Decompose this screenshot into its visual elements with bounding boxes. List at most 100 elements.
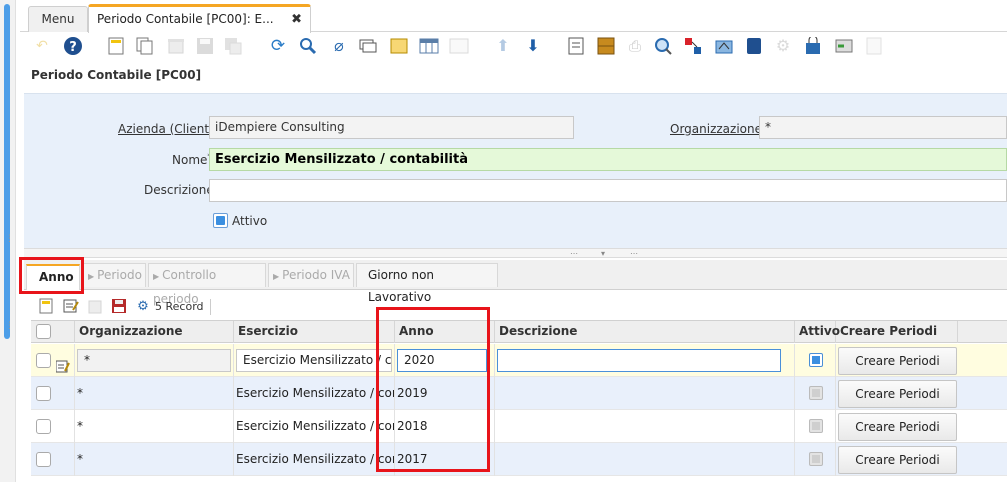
previous-icon[interactable]: ⬆ bbox=[493, 36, 513, 56]
cell-organizzazione[interactable]: * bbox=[75, 410, 234, 443]
copy-icon[interactable] bbox=[135, 36, 155, 56]
tab-controllo-periodo[interactable]: ▶ Controllo periodo bbox=[148, 263, 266, 306]
main-toolbar: ↶ ? ⟳ ⌀ ⬆ ⬇ ⎙ ⚙ bbox=[20, 33, 1007, 61]
active-label: Attivo bbox=[232, 214, 268, 228]
attachment-icon[interactable]: ⌀ bbox=[329, 36, 349, 56]
header-organizzazione[interactable]: Organizzazione bbox=[75, 321, 234, 343]
attivo-checkbox[interactable] bbox=[809, 353, 823, 367]
org-label[interactable]: Organizzazione* bbox=[670, 121, 766, 136]
table-row[interactable]: * Esercizio Mensilizzato / conta 2017 Cr… bbox=[31, 443, 1007, 476]
workflow-icon[interactable] bbox=[683, 36, 703, 56]
close-icon[interactable]: ✖ bbox=[291, 7, 302, 32]
save-record-icon[interactable] bbox=[111, 298, 127, 314]
row-checkbox[interactable] bbox=[36, 386, 51, 401]
grip-handle-icon[interactable]: ⋮ bbox=[5, 235, 14, 244]
customize-grid-icon[interactable]: ⚙ bbox=[135, 298, 151, 314]
client-field[interactable]: iDempiere Consulting bbox=[209, 116, 574, 139]
save-icon[interactable] bbox=[195, 36, 215, 56]
chat-icon[interactable] bbox=[358, 36, 378, 56]
cell-esercizio[interactable]: Esercizio Mensilizzato / conta bbox=[234, 410, 395, 443]
svg-text:?: ? bbox=[69, 40, 77, 55]
descrizione-input[interactable] bbox=[497, 349, 781, 372]
select-all-checkbox[interactable] bbox=[36, 324, 51, 339]
table-row[interactable]: * Esercizio Mensilizzato / conta 2018 Cr… bbox=[31, 410, 1007, 443]
next-icon[interactable]: ⬇ bbox=[523, 36, 543, 56]
name-field[interactable]: Esercizio Mensilizzato / contabilità bbox=[209, 148, 1007, 171]
table-row[interactable]: * Esercizio Mensilizzato / cor 2020 Crea… bbox=[31, 344, 1007, 377]
tab-periodo-iva[interactable]: ▶ Periodo IVA bbox=[268, 263, 354, 287]
save-new-icon[interactable] bbox=[223, 36, 243, 56]
attivo-checkbox[interactable] bbox=[809, 452, 823, 466]
grid-toggle-icon[interactable] bbox=[419, 36, 439, 56]
splitter-collapse-icon[interactable]: ▾ bbox=[601, 249, 605, 258]
left-collapse-bar[interactable]: ⋮ ⋮ bbox=[0, 0, 16, 482]
creare-periodi-button[interactable]: Creare Periodi bbox=[838, 347, 957, 375]
import-icon[interactable]: ⚙ bbox=[773, 36, 793, 56]
report-icon[interactable] bbox=[566, 36, 586, 56]
row-checkbox[interactable] bbox=[36, 353, 51, 368]
cell-organizzazione[interactable]: * bbox=[75, 443, 234, 476]
highlight-box-anno-tab bbox=[19, 257, 84, 294]
description-field[interactable] bbox=[209, 179, 1007, 202]
find-icon[interactable] bbox=[298, 36, 318, 56]
new-icon[interactable] bbox=[106, 36, 126, 56]
tab-periodo-contabile[interactable]: Periodo Contabile [PC00]: E... ✖ bbox=[88, 4, 311, 33]
highlight-box-anno-column bbox=[376, 307, 490, 472]
delete-icon[interactable] bbox=[166, 36, 186, 56]
row-checkbox[interactable] bbox=[36, 419, 51, 434]
active-checkbox[interactable] bbox=[213, 213, 228, 228]
cell-descrizione[interactable] bbox=[495, 377, 795, 410]
tab-periodo[interactable]: ▶ Periodo bbox=[83, 263, 146, 287]
cell-organizzazione[interactable]: * bbox=[75, 377, 234, 410]
attivo-checkbox[interactable] bbox=[809, 386, 823, 400]
tab-giorno-non-lavorativo[interactable]: Giorno non Lavorativo bbox=[356, 263, 498, 304]
row-checkbox[interactable] bbox=[36, 452, 51, 467]
cell-descrizione[interactable] bbox=[495, 443, 795, 476]
left-rail[interactable] bbox=[4, 4, 10, 339]
postit-icon[interactable] bbox=[389, 36, 409, 56]
header-select-cell[interactable] bbox=[31, 321, 75, 343]
splitter-grip-icon[interactable]: ⋯ bbox=[630, 249, 638, 258]
delete-record-icon[interactable] bbox=[87, 298, 103, 314]
row-select-cell bbox=[31, 344, 75, 377]
cell-esercizio[interactable]: Esercizio Mensilizzato / conta bbox=[234, 377, 395, 410]
header-creare-periodi[interactable]: Creare Periodi bbox=[836, 321, 958, 343]
tab-arrow-icon: ▶ bbox=[88, 272, 95, 281]
grid-header: Organizzazione Esercizio Anno Descrizion… bbox=[31, 320, 1007, 343]
splitter-grip-icon[interactable]: ⋯ bbox=[570, 249, 578, 258]
org-field[interactable]: * bbox=[759, 116, 1007, 139]
product-info-icon[interactable] bbox=[864, 36, 884, 56]
cell-esercizio[interactable]: Esercizio Mensilizzato / conta bbox=[234, 443, 395, 476]
new-record-icon[interactable] bbox=[38, 298, 54, 314]
processing-icon[interactable] bbox=[834, 36, 854, 56]
client-label[interactable]: Azienda (Client)* bbox=[118, 121, 218, 136]
header-esercizio[interactable]: Esercizio bbox=[234, 321, 395, 343]
help-icon[interactable]: ? bbox=[63, 36, 83, 56]
grip-handle-icon[interactable]: ⋮ bbox=[5, 322, 14, 331]
tab-menu[interactable]: Menu bbox=[28, 6, 88, 32]
lock-icon[interactable] bbox=[804, 36, 824, 56]
header-attivo[interactable]: Attivo bbox=[795, 321, 840, 343]
panel-splitter[interactable]: ⋯ ▾ ⋯ bbox=[24, 248, 1007, 258]
export-icon[interactable] bbox=[744, 36, 764, 56]
undo-icon[interactable]: ↶ bbox=[32, 36, 52, 56]
attivo-checkbox[interactable] bbox=[809, 419, 823, 433]
header-descrizione[interactable]: Descrizione bbox=[495, 321, 795, 343]
creare-periodi-button[interactable]: Creare Periodi bbox=[838, 413, 957, 441]
edit-record-icon[interactable] bbox=[63, 298, 79, 314]
zoom-across-icon[interactable] bbox=[653, 36, 673, 56]
creare-periodi-button[interactable]: Creare Periodi bbox=[838, 380, 957, 408]
tab-arrow-icon: ▶ bbox=[273, 272, 280, 281]
esercizio-input[interactable]: Esercizio Mensilizzato / cor bbox=[236, 349, 392, 372]
archive-icon[interactable] bbox=[596, 36, 616, 56]
detail-icon[interactable] bbox=[449, 36, 469, 56]
cell-descrizione[interactable] bbox=[495, 410, 795, 443]
print-icon[interactable]: ⎙ bbox=[625, 36, 645, 56]
row-edit-icon[interactable] bbox=[55, 354, 70, 377]
creare-periodi-button[interactable]: Creare Periodi bbox=[838, 446, 957, 474]
org-input[interactable]: * bbox=[77, 349, 231, 372]
row-select-cell bbox=[31, 410, 75, 443]
table-row[interactable]: * Esercizio Mensilizzato / conta 2019 Cr… bbox=[31, 377, 1007, 410]
refresh-icon[interactable]: ⟳ bbox=[268, 36, 288, 56]
process-icon[interactable] bbox=[714, 36, 734, 56]
